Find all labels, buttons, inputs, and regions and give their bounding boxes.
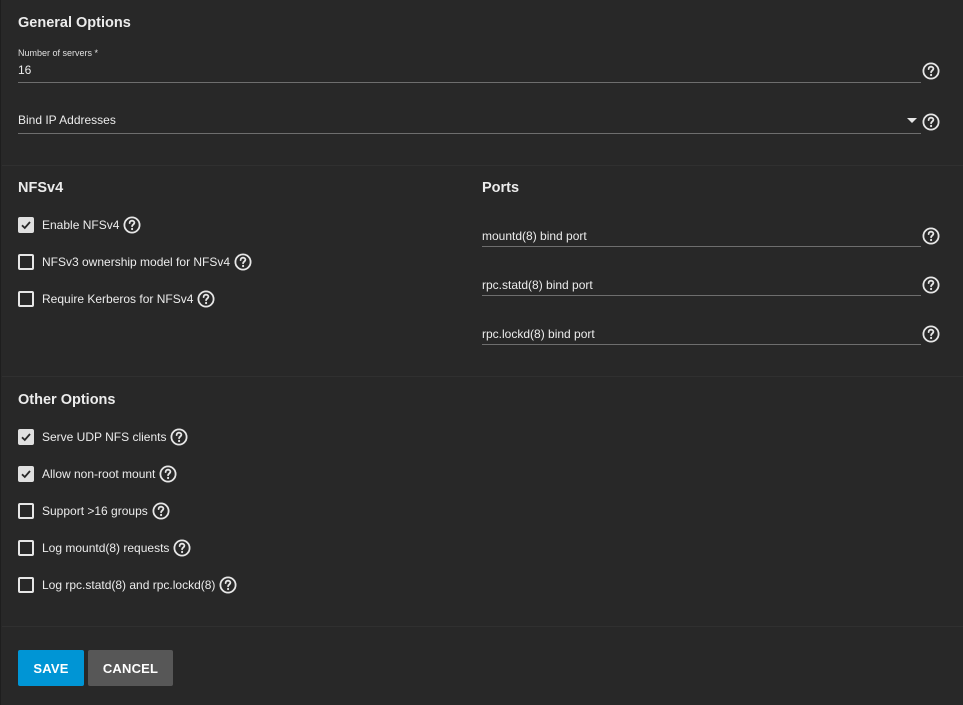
- help-icon[interactable]: [170, 428, 188, 446]
- checkbox-box[interactable]: [18, 503, 34, 519]
- check-icon: [21, 221, 31, 230]
- rpc-statd-bind-port-field[interactable]: rpc.statd(8) bind port: [482, 274, 921, 298]
- check-icon: [21, 433, 31, 442]
- rpc-lockd-bind-port-label: rpc.lockd(8) bind port: [482, 327, 595, 341]
- rpc-statd-bind-port-label: rpc.statd(8) bind port: [482, 278, 593, 292]
- checkbox-box[interactable]: [18, 540, 34, 556]
- help-icon[interactable]: [159, 465, 177, 483]
- help-icon[interactable]: [922, 62, 940, 80]
- help-icon[interactable]: [922, 325, 940, 343]
- checkbox-box[interactable]: [18, 577, 34, 593]
- require-kerberos-checkbox[interactable]: Require Kerberos for NFSv4: [18, 290, 215, 308]
- serve-udp-label: Serve UDP NFS clients: [42, 430, 167, 444]
- checkbox-box[interactable]: [18, 429, 34, 445]
- check-icon: [21, 470, 31, 479]
- rpc-statd-underline: [482, 295, 921, 296]
- nfsv3-ownership-model-checkbox[interactable]: NFSv3 ownership model for NFSv4: [18, 253, 252, 271]
- ports-heading: Ports: [482, 180, 520, 196]
- help-icon[interactable]: [922, 276, 940, 294]
- nfs-settings-form: General Options Number of servers * 16 B…: [0, 0, 963, 705]
- help-icon[interactable]: [173, 539, 191, 557]
- nfsv4-heading: NFSv4: [18, 180, 64, 196]
- help-icon[interactable]: [922, 113, 940, 131]
- allow-non-root-mount-label: Allow non-root mount: [42, 467, 156, 481]
- log-mountd-requests-label: Log mountd(8) requests: [42, 541, 170, 555]
- nfsv3-ownership-model-label: NFSv3 ownership model for NFSv4: [42, 255, 231, 269]
- help-icon[interactable]: [219, 576, 237, 594]
- enable-nfsv4-checkbox[interactable]: Enable NFSv4: [18, 216, 141, 234]
- rpc-lockd-bind-port-field[interactable]: rpc.lockd(8) bind port: [482, 323, 921, 347]
- section-divider: [2, 376, 963, 377]
- mountd-bind-port-field[interactable]: mountd(8) bind port: [482, 225, 921, 249]
- section-divider: [2, 626, 963, 627]
- log-rpc-statd-lockd-checkbox[interactable]: Log rpc.statd(8) and rpc.lockd(8): [18, 576, 237, 594]
- enable-nfsv4-label: Enable NFSv4: [42, 218, 120, 232]
- bind-ip-underline: [18, 133, 921, 134]
- help-icon[interactable]: [197, 290, 215, 308]
- serve-udp-checkbox[interactable]: Serve UDP NFS clients: [18, 428, 188, 446]
- help-icon[interactable]: [152, 502, 170, 520]
- allow-non-root-mount-checkbox[interactable]: Allow non-root mount: [18, 465, 177, 483]
- rpc-lockd-underline: [482, 344, 921, 345]
- other-options-heading: Other Options: [18, 392, 116, 408]
- cancel-button[interactable]: CANCEL: [88, 650, 173, 686]
- checkbox-box[interactable]: [18, 217, 34, 233]
- mountd-underline: [482, 246, 921, 247]
- number-of-servers-underline: [18, 82, 921, 83]
- require-kerberos-label: Require Kerberos for NFSv4: [42, 292, 194, 306]
- checkbox-box[interactable]: [18, 466, 34, 482]
- checkbox-box[interactable]: [18, 291, 34, 307]
- number-of-servers-label: Number of servers *: [18, 48, 99, 58]
- support-16-groups-checkbox[interactable]: Support >16 groups: [18, 502, 170, 520]
- save-button[interactable]: SAVE: [18, 650, 84, 686]
- bind-ip-addresses-placeholder: Bind IP Addresses: [18, 113, 116, 127]
- general-options-heading: General Options: [18, 15, 131, 31]
- help-icon[interactable]: [922, 227, 940, 245]
- dropdown-arrow-icon[interactable]: [907, 118, 917, 123]
- help-icon[interactable]: [123, 216, 141, 234]
- log-mountd-requests-checkbox[interactable]: Log mountd(8) requests: [18, 539, 191, 557]
- checkbox-box[interactable]: [18, 254, 34, 270]
- log-rpc-statd-lockd-label: Log rpc.statd(8) and rpc.lockd(8): [42, 578, 216, 592]
- number-of-servers-value[interactable]: 16: [18, 63, 31, 77]
- mountd-bind-port-label: mountd(8) bind port: [482, 229, 587, 243]
- support-16-groups-label: Support >16 groups: [42, 504, 148, 518]
- number-of-servers-field[interactable]: Number of servers * 16: [18, 46, 921, 86]
- help-icon[interactable]: [234, 253, 252, 271]
- section-divider: [2, 165, 963, 166]
- bind-ip-addresses-select[interactable]: Bind IP Addresses: [18, 108, 921, 136]
